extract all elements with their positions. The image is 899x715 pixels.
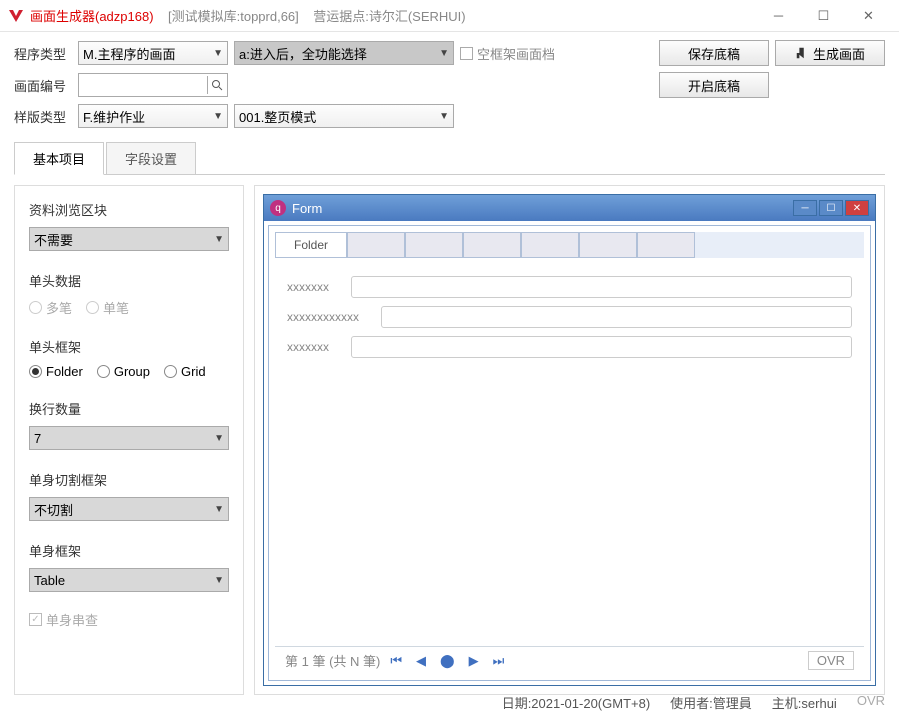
body-frame-label: 单身框架 [29, 541, 229, 560]
radio-single: 单笔 [86, 298, 129, 317]
radio-folder[interactable]: Folder [29, 364, 83, 379]
body-frame-combo[interactable]: Table▼ [29, 568, 229, 592]
chevron-down-icon: ▼ [213, 111, 223, 122]
close-button[interactable]: ✕ [846, 1, 891, 31]
wrap-count-label: 换行数量 [29, 399, 229, 418]
chevron-down-icon: ▼ [214, 234, 224, 245]
folder-tab-2[interactable] [347, 232, 405, 258]
wrap-count-combo[interactable]: 7▼ [29, 426, 229, 450]
folder-tab-3[interactable] [405, 232, 463, 258]
form-close-button[interactable]: ✕ [845, 200, 869, 216]
status-date: 日期:2021-01-20(GMT+8) [502, 693, 650, 712]
form-preview-window: q Form ─ ☐ ✕ Folder [263, 194, 876, 686]
header-frame-label: 单头框架 [29, 337, 229, 356]
tab-basic[interactable]: 基本项目 [14, 142, 104, 175]
generate-button[interactable]: 生成画面 [775, 40, 885, 66]
folder-tab-5[interactable] [521, 232, 579, 258]
chevron-down-icon: ▼ [214, 433, 224, 444]
body-chain-checkbox: ✓单身串查 [29, 610, 229, 629]
chevron-down-icon: ▼ [214, 575, 224, 586]
prev-record-icon[interactable]: ◀ [416, 653, 426, 669]
current-record-icon[interactable]: ⬤ [440, 653, 455, 669]
chevron-down-icon: ▼ [213, 48, 223, 59]
folder-tab-7[interactable] [637, 232, 695, 258]
body-split-label: 单身切割框架 [29, 470, 229, 489]
app-logo-icon [8, 8, 24, 24]
main-tabs: 基本项目 字段设置 [14, 142, 885, 175]
first-record-icon[interactable]: ⏮ [390, 653, 402, 669]
form-field3-input[interactable] [351, 336, 852, 358]
program-type-label: 程序类型 [14, 44, 72, 63]
empty-frame-checkbox[interactable]: 空框架画面档 [460, 44, 555, 63]
form-titlebar: q Form ─ ☐ ✕ [264, 195, 875, 221]
ovr-indicator: OVR [808, 651, 854, 670]
save-draft-button[interactable]: 保存底稿 [659, 40, 769, 66]
preview-panel: q Form ─ ☐ ✕ Folder [254, 185, 885, 695]
pager-text: 第 1 筆 (共 N 筆) [285, 651, 380, 670]
chevron-down-icon: ▼ [439, 111, 449, 122]
template-type-combo[interactable]: F.维护作业▼ [78, 104, 228, 128]
open-draft-button[interactable]: 开启底稿 [659, 72, 769, 98]
form-maximize-button[interactable]: ☐ [819, 200, 843, 216]
toolbar: 程序类型 M.主程序的画面▼ a:进入后，全功能选择▼ 空框架画面档 保存底稿 … [0, 32, 899, 138]
search-icon[interactable] [207, 76, 225, 94]
form-field1-label: xxxxxxx [287, 280, 343, 294]
header-data-label: 单头数据 [29, 271, 229, 290]
form-title-text: Form [292, 201, 322, 216]
maximize-button[interactable]: ☐ [801, 1, 846, 31]
minimize-button[interactable]: ─ [756, 1, 801, 31]
tab-fields[interactable]: 字段设置 [106, 142, 196, 174]
status-user: 使用者:管理員 [670, 693, 752, 712]
template-type-label: 样版类型 [14, 107, 72, 126]
radio-multi: 多笔 [29, 298, 72, 317]
radio-group[interactable]: Group [97, 364, 150, 379]
chevron-down-icon: ▼ [214, 504, 224, 515]
form-field1-input[interactable] [351, 276, 852, 298]
window-titlebar: 画面生成器(adzp168) [测试模拟库:topprd,66] 营运据点:诗尔… [0, 0, 899, 32]
radio-grid[interactable]: Grid [164, 364, 206, 379]
form-body: Folder xxxxxxx xxxxxxxxxxxx xxxxxxx [268, 225, 871, 681]
main-content: 资料浏览区块 不需要▼ 单头数据 多笔 单笔 单头框架 Folder Group… [0, 175, 899, 705]
folder-tab-4[interactable] [463, 232, 521, 258]
form-minimize-button[interactable]: ─ [793, 200, 817, 216]
last-record-icon[interactable]: ⏭ [493, 653, 505, 669]
form-field2-input[interactable] [381, 306, 852, 328]
form-footer: 第 1 筆 (共 N 筆) ⏮ ◀ ⬤ ▶ ⏭ OVR [275, 646, 864, 674]
run-icon [795, 46, 809, 60]
folder-tab-1[interactable]: Folder [275, 232, 347, 258]
window-title: 画面生成器(adzp168) [测试模拟库:topprd,66] 营运据点:诗尔… [30, 6, 466, 25]
screen-no-label: 画面编号 [14, 76, 72, 95]
form-field3-label: xxxxxxx [287, 340, 343, 354]
next-record-icon[interactable]: ▶ [469, 653, 479, 669]
form-app-icon: q [270, 200, 286, 216]
screen-no-input[interactable] [78, 73, 228, 97]
action-combo[interactable]: a:进入后，全功能选择▼ [234, 41, 454, 65]
chevron-down-icon: ▼ [439, 48, 449, 59]
program-type-combo[interactable]: M.主程序的画面▼ [78, 41, 228, 65]
status-ovr: OVR [857, 693, 885, 712]
status-bar: 日期:2021-01-20(GMT+8) 使用者:管理員 主机:serhui O… [502, 693, 885, 712]
status-host: 主机:serhui [772, 693, 837, 712]
form-field2-label: xxxxxxxxxxxx [287, 310, 373, 324]
browse-block-combo[interactable]: 不需要▼ [29, 227, 229, 251]
mode-combo[interactable]: 001.整页模式▼ [234, 104, 454, 128]
body-split-combo[interactable]: 不切割▼ [29, 497, 229, 521]
folder-tabs: Folder [275, 232, 864, 258]
left-panel: 资料浏览区块 不需要▼ 单头数据 多笔 单笔 单头框架 Folder Group… [14, 185, 244, 695]
browse-block-label: 资料浏览区块 [29, 200, 229, 219]
folder-tab-6[interactable] [579, 232, 637, 258]
